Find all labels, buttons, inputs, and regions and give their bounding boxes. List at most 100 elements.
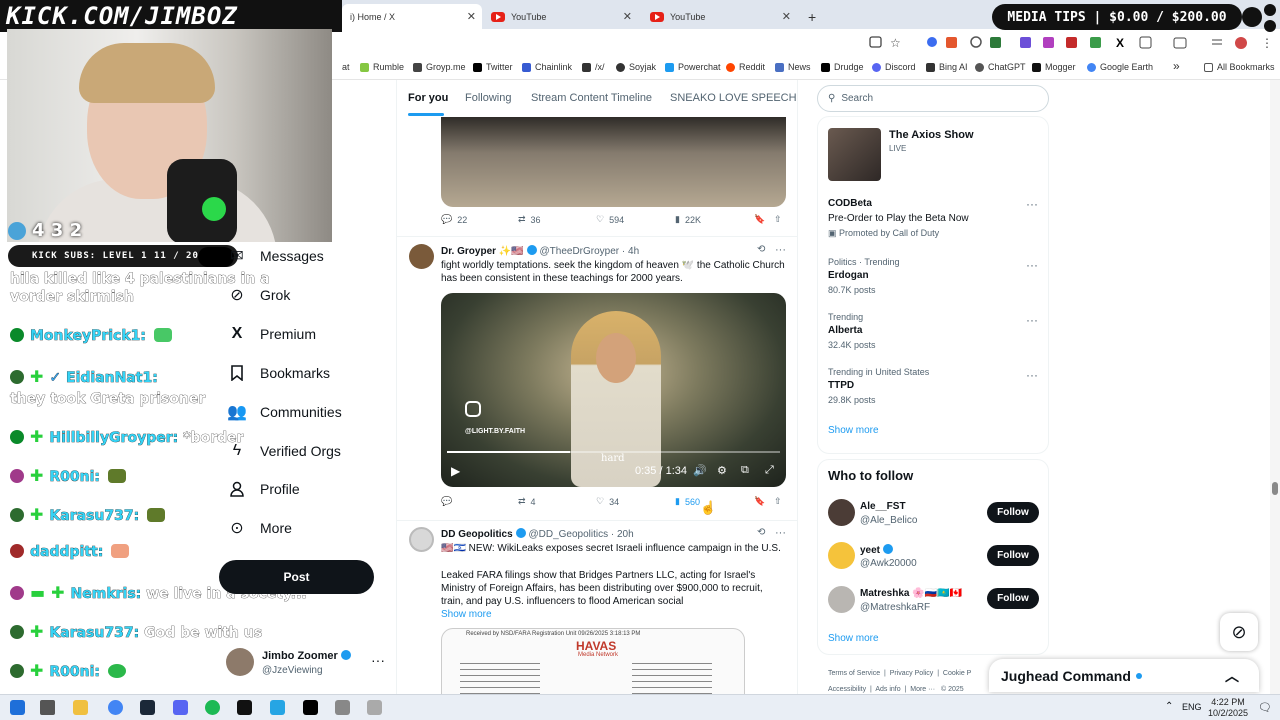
reply-button[interactable]: 💬 <box>441 496 457 507</box>
bookmark-button[interactable]: 🔖 <box>754 214 765 225</box>
share-button[interactable]: ⇧ <box>774 496 782 507</box>
footer-link[interactable]: Cookie P <box>943 670 971 677</box>
bookmarks-overflow[interactable]: » <box>1173 59 1180 73</box>
extension-icons[interactable]: ☆ X ⋮ <box>866 35 1276 51</box>
language-indicator[interactable]: ENG <box>1182 702 1202 712</box>
trend-name[interactable]: TTPD <box>828 380 854 391</box>
bookmark-item[interactable]: at <box>342 62 350 72</box>
follow-button[interactable]: Follow <box>987 502 1039 523</box>
settings-icon[interactable]: ⚙ <box>717 464 727 477</box>
live-thumbnail[interactable] <box>828 128 881 181</box>
account-switcher[interactable]: Jimbo Zoomer @JzeViewing ··· <box>226 648 386 680</box>
share-button[interactable]: ⇧ <box>774 214 782 225</box>
views-button[interactable]: ▮ 560 <box>675 496 700 507</box>
file-explorer-icon[interactable] <box>73 700 88 715</box>
more-dots-icon[interactable]: ··· <box>775 527 786 539</box>
obs-icon[interactable] <box>303 700 318 715</box>
bookmark-powerchat[interactable]: Powerchat <box>665 62 721 72</box>
more-dots-icon[interactable]: ··· <box>1026 368 1038 382</box>
post-button[interactable]: Post <box>219 560 374 594</box>
nav-more[interactable]: ⊙ More <box>228 519 292 537</box>
chevron-up-icon[interactable]: ⌃ <box>1165 701 1173 712</box>
avatar[interactable] <box>828 586 855 613</box>
chrome-icon[interactable] <box>108 700 123 715</box>
chevron-up-icon[interactable]: ︿ <box>1225 666 1239 686</box>
tab-home-x[interactable]: i) Home / X ✕ <box>342 4 482 29</box>
tab-stream-content[interactable]: Stream Content Timeline <box>531 92 652 104</box>
bookmark-reddit[interactable]: Reddit <box>726 62 765 72</box>
ad-title[interactable]: CODBeta <box>828 198 872 209</box>
chat-drawer[interactable]: Jughead Command ︿ <box>989 659 1259 692</box>
app-icon[interactable] <box>237 700 252 715</box>
video-progress-track[interactable] <box>447 451 780 453</box>
all-bookmarks[interactable]: All Bookmarks <box>1204 62 1275 72</box>
live-title[interactable]: The Axios Show <box>889 129 974 141</box>
fullscreen-icon[interactable]: ⤢ <box>765 464 774 477</box>
follow-name[interactable]: yeet <box>860 544 894 556</box>
avatar[interactable] <box>409 527 434 552</box>
tab-following[interactable]: Following <box>465 92 511 104</box>
search-input[interactable]: ⚲ Search <box>817 85 1049 112</box>
close-icon[interactable]: ✕ <box>782 10 791 23</box>
telegram-icon[interactable] <box>270 700 285 715</box>
grok-icon[interactable]: ⟲ <box>757 244 765 255</box>
bookmark-rumble[interactable]: Rumble <box>360 62 404 72</box>
follow-button[interactable]: Follow <box>987 545 1039 566</box>
nav-grok[interactable]: ⊘ Grok <box>228 286 290 304</box>
app-icon[interactable] <box>335 700 350 715</box>
bookmark-groyp[interactable]: Groyp.me <box>413 62 466 72</box>
show-more-link[interactable]: Show more <box>441 608 786 621</box>
close-icon[interactable]: ✕ <box>623 10 632 23</box>
nav-communities[interactable]: 👥 Communities <box>227 403 342 421</box>
trend-name[interactable]: Alberta <box>828 325 862 336</box>
steam-icon[interactable] <box>140 700 155 715</box>
task-view-icon[interactable] <box>40 700 55 715</box>
tweet-image[interactable] <box>441 117 786 207</box>
bookmark-drudge[interactable]: Drudge <box>821 62 864 72</box>
footer-link[interactable]: Privacy Policy <box>890 670 934 677</box>
grok-button[interactable]: ⊘ <box>1220 613 1258 651</box>
scrollbar-thumb[interactable] <box>1272 482 1278 495</box>
nav-verified-orgs[interactable]: ϟ Verified Orgs <box>228 442 341 460</box>
bookmark-chatgpt[interactable]: ChatGPT <box>975 62 1026 72</box>
tweet-document-image[interactable]: Received by NSD/FARA Registration Unit 0… <box>441 628 745 694</box>
more-dots-icon[interactable]: ··· <box>775 244 786 256</box>
scrollbar[interactable] <box>1270 80 1280 694</box>
clock[interactable]: 4:22 PM 10/2/2025 <box>1208 697 1248 719</box>
trend-name[interactable]: Erdogan <box>828 270 869 281</box>
spotify-icon[interactable] <box>205 700 220 715</box>
tab-for-you[interactable]: For you <box>408 92 448 104</box>
views-button[interactable]: ▮ 22K <box>675 214 701 225</box>
video-player[interactable]: @LIGHT.BY.FAITH hard ▶ 0:35 / 1:34 🔊 ⚙ ⧉… <box>441 293 786 487</box>
volume-icon[interactable]: 🔊 <box>693 464 707 477</box>
nav-premium[interactable]: X Premium <box>228 325 316 343</box>
follow-name[interactable]: Matreshka 🌸🇷🇺🇰🇿🇨🇦 <box>860 588 962 599</box>
more-dots-icon[interactable]: ··· <box>1026 313 1038 327</box>
discord-icon[interactable] <box>173 700 188 715</box>
more-dots-icon[interactable]: ··· <box>1026 197 1038 211</box>
like-button[interactable]: ♡ 594 <box>596 214 624 225</box>
bookmark-mogger[interactable]: Mogger <box>1032 62 1076 72</box>
more-dots-icon[interactable]: ··· <box>371 652 385 668</box>
bookmark-chainlink[interactable]: Chainlink <box>522 62 572 72</box>
new-tab-button[interactable]: + <box>800 4 824 29</box>
nav-messages[interactable]: ✉ Messages <box>228 247 324 265</box>
footer-link[interactable]: Terms of Service <box>828 670 880 677</box>
footer-link[interactable]: Ads info <box>875 686 900 693</box>
bookmark-bing-ai[interactable]: Bing AI <box>926 62 968 72</box>
footer-link[interactable]: More ··· <box>910 686 935 693</box>
pip-icon[interactable]: ⧉ <box>741 464 749 477</box>
bookmark-news[interactable]: News <box>775 62 811 72</box>
bookmark-x[interactable]: /x/ <box>582 62 605 72</box>
notification-icon[interactable]: 🗨 <box>1258 701 1272 714</box>
grok-icon[interactable]: ⟲ <box>757 527 765 538</box>
nav-profile[interactable]: Profile <box>228 480 300 498</box>
avatar[interactable] <box>828 499 855 526</box>
reply-button[interactable]: 💬 22 <box>441 214 467 225</box>
avatar[interactable] <box>828 542 855 569</box>
tab-youtube-1[interactable]: YouTube ✕ <box>483 4 638 29</box>
show-more-link[interactable]: Show more <box>828 633 879 644</box>
start-icon[interactable] <box>10 700 25 715</box>
close-icon[interactable]: ✕ <box>467 10 476 23</box>
tab-youtube-2[interactable]: YouTube ✕ <box>642 4 797 29</box>
